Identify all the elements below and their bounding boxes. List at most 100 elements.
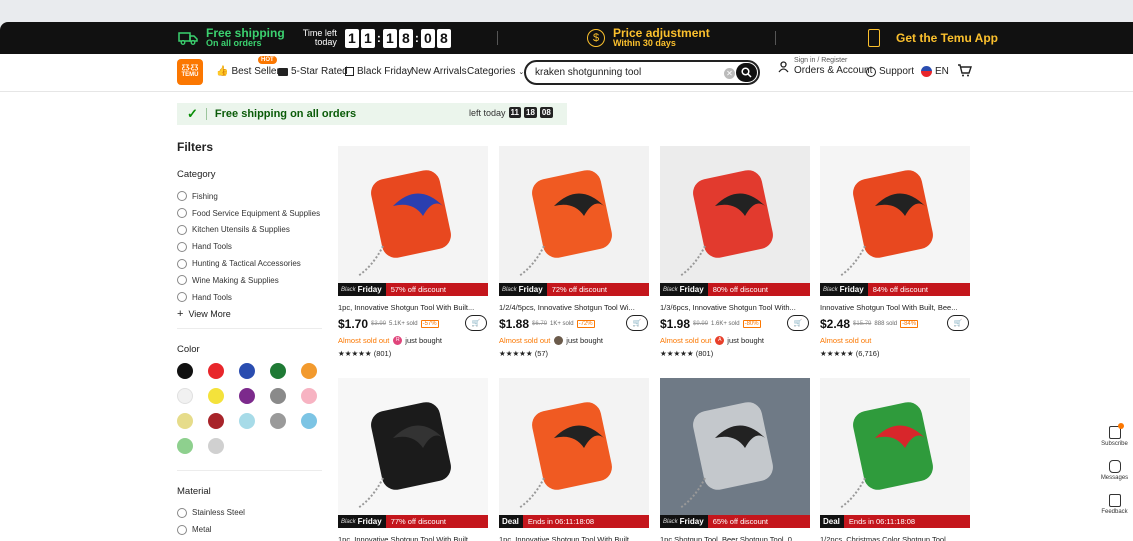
color-swatch[interactable]: [270, 412, 286, 429]
product-card[interactable]: Black Friday 80% off discount 1/3/6pcs, Inn…: [660, 146, 810, 362]
nav-support[interactable]: Support: [866, 66, 914, 77]
product-image[interactable]: [660, 146, 810, 296]
product-card[interactable]: Black Friday 57% off discount 1pc, Innovati…: [338, 146, 488, 362]
color-swatch[interactable]: [208, 387, 224, 404]
color-swatch[interactable]: [177, 362, 193, 379]
subscribe-button[interactable]: Subscribe: [1096, 423, 1133, 453]
color-swatch[interactable]: [239, 362, 255, 379]
nav-new-arrivals[interactable]: New Arrivals: [411, 66, 467, 77]
nav-categories[interactable]: Categories ⌄: [467, 66, 524, 77]
product-title[interactable]: 1/2/4/5pcs, Innovative Shotgun Tool Wi..…: [499, 303, 649, 312]
category-option[interactable]: Hand Tools: [177, 238, 322, 255]
category-option[interactable]: Hunting & Tactical Accessories: [177, 255, 322, 272]
product-title[interactable]: 1/2pcs, Christmas Color Shotgun Tool...: [820, 535, 970, 541]
nav-black-friday[interactable]: Black Friday: [345, 66, 412, 77]
product-image[interactable]: [338, 378, 488, 528]
product-title[interactable]: 1pc, Innovative Shotgun Tool With Built.…: [338, 535, 488, 541]
product-title[interactable]: 1/3/6pcs, Innovative Shotgun Tool With..…: [660, 303, 810, 312]
product-title[interactable]: 1pc, Innovative Shotgun Tool With Built.…: [499, 535, 649, 541]
get-app-promo[interactable]: Get the Temu App: [868, 22, 998, 54]
view-more-button[interactable]: + View More: [177, 308, 322, 320]
category-option[interactable]: Fishing: [177, 188, 322, 205]
radio-button[interactable]: [177, 258, 187, 269]
radio-button[interactable]: [177, 224, 187, 235]
discount-label: 65% off discount: [712, 517, 769, 526]
nav-best-sellers[interactable]: 👍 Best Sellers: [216, 66, 285, 77]
language-selector[interactable]: EN: [921, 66, 949, 77]
color-swatch[interactable]: [301, 412, 317, 429]
messages-button[interactable]: Messages: [1096, 460, 1133, 487]
account-menu[interactable]: Sign in / Register Orders & Account: [778, 57, 872, 76]
left-today-label: left today: [469, 107, 506, 118]
clear-search-icon[interactable]: ✕: [724, 68, 735, 79]
recent-purchase: Ajust bought: [715, 336, 764, 345]
search-button[interactable]: [736, 63, 757, 82]
product-card[interactable]: Deal Ends in 06:11:18:08 1pc, Innovative S…: [499, 378, 649, 541]
color-swatch[interactable]: [270, 362, 286, 379]
material-option[interactable]: Metal: [177, 521, 322, 538]
discount-percent: -84%: [900, 320, 919, 328]
add-to-cart-button[interactable]: 🛒: [947, 315, 969, 331]
product-card[interactable]: Black Friday 72% off discount 1/2/4/5pcs, I…: [499, 146, 649, 362]
color-swatch[interactable]: [301, 362, 317, 379]
promo-badge-label: Friday: [679, 517, 704, 526]
product-image[interactable]: [499, 378, 649, 528]
add-to-cart-button[interactable]: 🛒: [465, 315, 487, 331]
product-card[interactable]: Black Friday 77% off discount 1pc, Innovati…: [338, 378, 488, 541]
nav-five-star[interactable]: 5-Star Rated: [278, 66, 348, 77]
category-option[interactable]: Wine Making & Supplies: [177, 272, 322, 289]
color-swatch[interactable]: [208, 412, 224, 429]
product-card[interactable]: Black Friday 84% off discount Innovative Sh…: [820, 146, 970, 362]
search-bar[interactable]: ✕: [524, 60, 760, 85]
color-swatch[interactable]: [208, 437, 224, 454]
product-title[interactable]: Innovative Shotgun Tool With Built, Bee.…: [820, 303, 970, 312]
feedback-button[interactable]: Feedback: [1096, 494, 1133, 521]
add-to-cart-button[interactable]: 🛒: [787, 315, 809, 331]
material-option[interactable]: Stainless Steel: [177, 505, 322, 522]
free-shipping-promo[interactable]: Free shipping On all orders Time left to…: [178, 22, 451, 54]
product-image[interactable]: [338, 146, 488, 296]
add-to-cart-button[interactable]: 🛒: [626, 315, 648, 331]
product-image[interactable]: [499, 146, 649, 296]
search-input[interactable]: [535, 67, 715, 78]
category-option[interactable]: Kitchen Utensils & Supplies: [177, 222, 322, 239]
promo-banner[interactable]: Free shipping On all orders Time left to…: [0, 22, 1133, 54]
product-image[interactable]: [660, 378, 810, 528]
color-swatch[interactable]: [208, 362, 224, 379]
product-card[interactable]: Black Friday 65% off discount 1pc Shotgun T…: [660, 378, 810, 541]
radio-button[interactable]: [177, 191, 187, 202]
cart-icon: 🛒: [471, 320, 481, 327]
color-swatch[interactable]: [177, 412, 193, 429]
timer-minutes: 18: [524, 107, 537, 118]
temu-logo[interactable]: ƸƷ.ƸƷ TEMU: [177, 59, 203, 85]
radio-button[interactable]: [177, 208, 187, 219]
color-swatch[interactable]: [301, 387, 317, 404]
category-option[interactable]: Food Service Equipment & Supplies: [177, 205, 322, 222]
product-image[interactable]: [820, 146, 970, 296]
color-swatch[interactable]: [239, 412, 255, 429]
radio-button[interactable]: [177, 241, 187, 252]
original-price: $9.99: [693, 321, 709, 327]
countdown-digit: 0: [420, 28, 435, 48]
category-option[interactable]: Hand Tools: [177, 289, 322, 306]
color-swatch[interactable]: [177, 437, 193, 454]
product-image[interactable]: [820, 378, 970, 528]
cart-button[interactable]: [957, 63, 972, 77]
price-adjustment-promo[interactable]: $ Price adjustment Within 30 days: [587, 22, 710, 54]
countdown-digit: 1: [344, 28, 359, 48]
product-card[interactable]: Deal Ends in 06:11:18:08 1/2pcs, Christmas…: [820, 378, 970, 541]
promo-tag: Black Friday 84% off discount: [820, 283, 970, 296]
calendar-icon: [345, 67, 354, 76]
radio-button[interactable]: [177, 275, 187, 286]
discount-label: 84% off discount: [872, 285, 929, 294]
color-swatch[interactable]: [270, 387, 286, 404]
radio-button[interactable]: [177, 524, 187, 535]
product-title[interactable]: 1pc, Innovative Shotgun Tool With Built.…: [338, 303, 488, 312]
radio-button[interactable]: [177, 292, 187, 303]
promo-tag: Black Friday 80% off discount: [660, 283, 810, 296]
radio-button[interactable]: [177, 507, 187, 518]
product-title[interactable]: 1pc Shotgun Tool, Beer Shotgun Tool, 0..…: [660, 535, 810, 541]
color-swatch[interactable]: [239, 387, 255, 404]
product-image-art: [679, 402, 773, 509]
color-swatch[interactable]: [177, 387, 193, 404]
